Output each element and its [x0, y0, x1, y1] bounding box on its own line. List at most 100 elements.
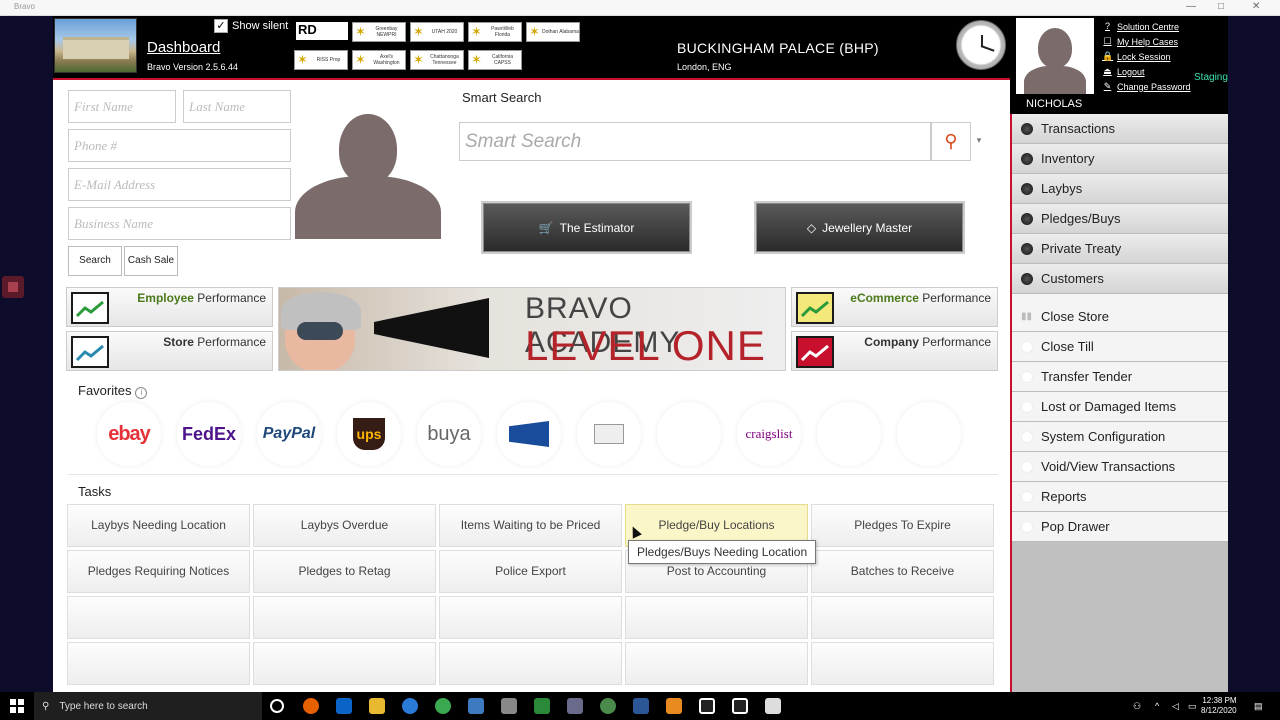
- store-performance-tile[interactable]: Store Performance: [66, 331, 273, 371]
- business-name-field[interactable]: Business Name: [68, 207, 291, 240]
- task-empty[interactable]: [439, 642, 622, 685]
- store-badge[interactable]: ✶ Dothan Alabama: [526, 22, 580, 42]
- task-empty[interactable]: [253, 596, 436, 639]
- task-empty[interactable]: [253, 642, 436, 685]
- favorite-empty[interactable]: [897, 402, 961, 466]
- store-badge[interactable]: ✶ Greenbay NEWPRI: [352, 22, 406, 42]
- bravo-icon[interactable]: [732, 698, 748, 714]
- side-app-icon[interactable]: [2, 276, 24, 298]
- last-name-field[interactable]: Last Name: [183, 90, 291, 123]
- solution-centre-link[interactable]: ? Solution Centre: [1102, 19, 1191, 34]
- favorite-paypal[interactable]: PayPal: [257, 402, 321, 466]
- maximize-button[interactable]: □: [1218, 1, 1224, 12]
- chevron-up-icon[interactable]: ^: [1155, 701, 1159, 711]
- sidebar-item-close-till[interactable]: Close Till: [1012, 332, 1228, 362]
- task-pledges-requiring-notices[interactable]: Pledges Requiring Notices: [67, 550, 250, 593]
- volume-icon[interactable]: ◁: [1172, 701, 1179, 712]
- task-batches-to-receive[interactable]: Batches to Receive: [811, 550, 994, 593]
- ecommerce-performance-tile[interactable]: eCommerce Performance: [791, 287, 998, 327]
- favorite-ups[interactable]: ups: [337, 402, 401, 466]
- sidebar-item-system-configuration[interactable]: System Configuration: [1012, 422, 1228, 452]
- windows-start-icon[interactable]: [10, 699, 24, 713]
- app-icon[interactable]: [435, 698, 451, 714]
- firefox-icon[interactable]: [303, 698, 319, 714]
- task-empty[interactable]: [67, 596, 250, 639]
- notification-icon[interactable]: ▤: [1254, 701, 1263, 712]
- show-silent-toggle[interactable]: ✓ Show silent: [214, 19, 288, 33]
- task-empty[interactable]: [811, 596, 994, 639]
- sidebar-item-transactions[interactable]: Transactions: [1012, 114, 1228, 144]
- app-icon[interactable]: [567, 698, 583, 714]
- favorite-buya[interactable]: buya: [417, 402, 481, 466]
- close-window-button[interactable]: ✕: [1252, 1, 1260, 12]
- sidebar-item-inventory[interactable]: Inventory: [1012, 144, 1228, 174]
- my-help-cases-link[interactable]: ☐ My Help Cases: [1102, 34, 1191, 49]
- taskbar-search-input[interactable]: ⚲ Type here to search: [34, 692, 262, 720]
- lock-session-link[interactable]: 🔒 Lock Session: [1102, 49, 1191, 64]
- minimize-button[interactable]: —: [1186, 1, 1196, 12]
- file-explorer-icon[interactable]: [369, 698, 385, 714]
- network-icon[interactable]: [402, 698, 418, 714]
- phone-field[interactable]: Phone #: [68, 129, 291, 162]
- app-icon[interactable]: [765, 698, 781, 714]
- task-empty[interactable]: [439, 596, 622, 639]
- user-avatar[interactable]: [1016, 18, 1094, 94]
- taskbar-clock[interactable]: 12:38 PM 8/12/2020: [1201, 696, 1237, 716]
- task-items-waiting-to-be-priced[interactable]: Items Waiting to be Priced: [439, 504, 622, 547]
- search-button[interactable]: Search: [68, 246, 122, 276]
- favorite-mail[interactable]: [577, 402, 641, 466]
- sidebar-item-laybys[interactable]: Laybys: [1012, 174, 1228, 204]
- logout-link[interactable]: ⏏ Logout: [1102, 64, 1191, 79]
- smart-search-button[interactable]: ⚲: [931, 122, 971, 161]
- task-laybys-overdue[interactable]: Laybys Overdue: [253, 504, 436, 547]
- jewellery-master-button[interactable]: ◇ Jewellery Master: [754, 201, 965, 254]
- sidebar-item-lost-damaged[interactable]: Lost or Damaged Items: [1012, 392, 1228, 422]
- app-icon[interactable]: [600, 698, 616, 714]
- smart-search-input[interactable]: Smart Search: [459, 122, 931, 161]
- favorite-empty[interactable]: [817, 402, 881, 466]
- show-silent-checkbox[interactable]: ✓: [214, 19, 228, 33]
- person-icon[interactable]: ⚇: [1133, 701, 1141, 712]
- store-badge[interactable]: ✶ Chattanooga Tennessee: [410, 50, 464, 70]
- dashboard-title-link[interactable]: Dashboard: [147, 39, 220, 56]
- sidebar-item-close-store[interactable]: ▮▮ Close Store: [1012, 302, 1228, 332]
- store-badge[interactable]: ✶ California CAPSS: [468, 50, 522, 70]
- app-icon[interactable]: [468, 698, 484, 714]
- store-badge[interactable]: ✶ PawnWeb Florida: [468, 22, 522, 42]
- task-pledges-to-retag[interactable]: Pledges to Retag: [253, 550, 436, 593]
- task-empty[interactable]: [811, 642, 994, 685]
- bravo-academy-banner[interactable]: BRAVO ACADEMY LEVEL ONE: [278, 287, 786, 371]
- info-icon[interactable]: i: [135, 387, 148, 399]
- app-icon[interactable]: [501, 698, 517, 714]
- sidebar-item-reports[interactable]: Reports: [1012, 482, 1228, 512]
- change-password-link[interactable]: ✎ Change Password: [1102, 79, 1191, 94]
- battery-icon[interactable]: ▭: [1188, 701, 1197, 712]
- favorite-ebay[interactable]: ebay: [97, 402, 161, 466]
- email-field[interactable]: E-Mail Address: [68, 168, 291, 201]
- word-icon[interactable]: [633, 698, 649, 714]
- store-badge[interactable]: ✶ Axel's Washington: [352, 50, 406, 70]
- sidebar-item-pledges-buys[interactable]: Pledges/Buys: [1012, 204, 1228, 234]
- smart-search-dropdown[interactable]: ▾: [971, 122, 987, 161]
- task-pledges-to-expire[interactable]: Pledges To Expire: [811, 504, 994, 547]
- app-icon[interactable]: [666, 698, 682, 714]
- favorite-craigslist[interactable]: craigslist: [737, 402, 801, 466]
- sidebar-item-void-view-transactions[interactable]: Void/View Transactions: [1012, 452, 1228, 482]
- task-empty[interactable]: [67, 642, 250, 685]
- task-police-export[interactable]: Police Export: [439, 550, 622, 593]
- employee-performance-tile[interactable]: Employee Performance: [66, 287, 273, 327]
- estimator-button[interactable]: 🛒 The Estimator: [481, 201, 692, 254]
- excel-icon[interactable]: [534, 698, 550, 714]
- first-name-field[interactable]: First Name: [68, 90, 176, 123]
- task-empty[interactable]: [625, 596, 808, 639]
- favorite-empty[interactable]: [657, 402, 721, 466]
- cash-sale-button[interactable]: Cash Sale: [124, 246, 178, 276]
- bravo-icon[interactable]: [699, 698, 715, 714]
- cortana-icon[interactable]: [270, 699, 284, 713]
- store-badge[interactable]: ✶ UTAH 2020: [410, 22, 464, 42]
- rd-badge[interactable]: RD: [296, 22, 348, 40]
- company-performance-tile[interactable]: Company Performance: [791, 331, 998, 371]
- sidebar-item-pop-drawer[interactable]: Pop Drawer: [1012, 512, 1228, 542]
- outlook-icon[interactable]: [336, 698, 352, 714]
- task-laybys-needing-location[interactable]: Laybys Needing Location: [67, 504, 250, 547]
